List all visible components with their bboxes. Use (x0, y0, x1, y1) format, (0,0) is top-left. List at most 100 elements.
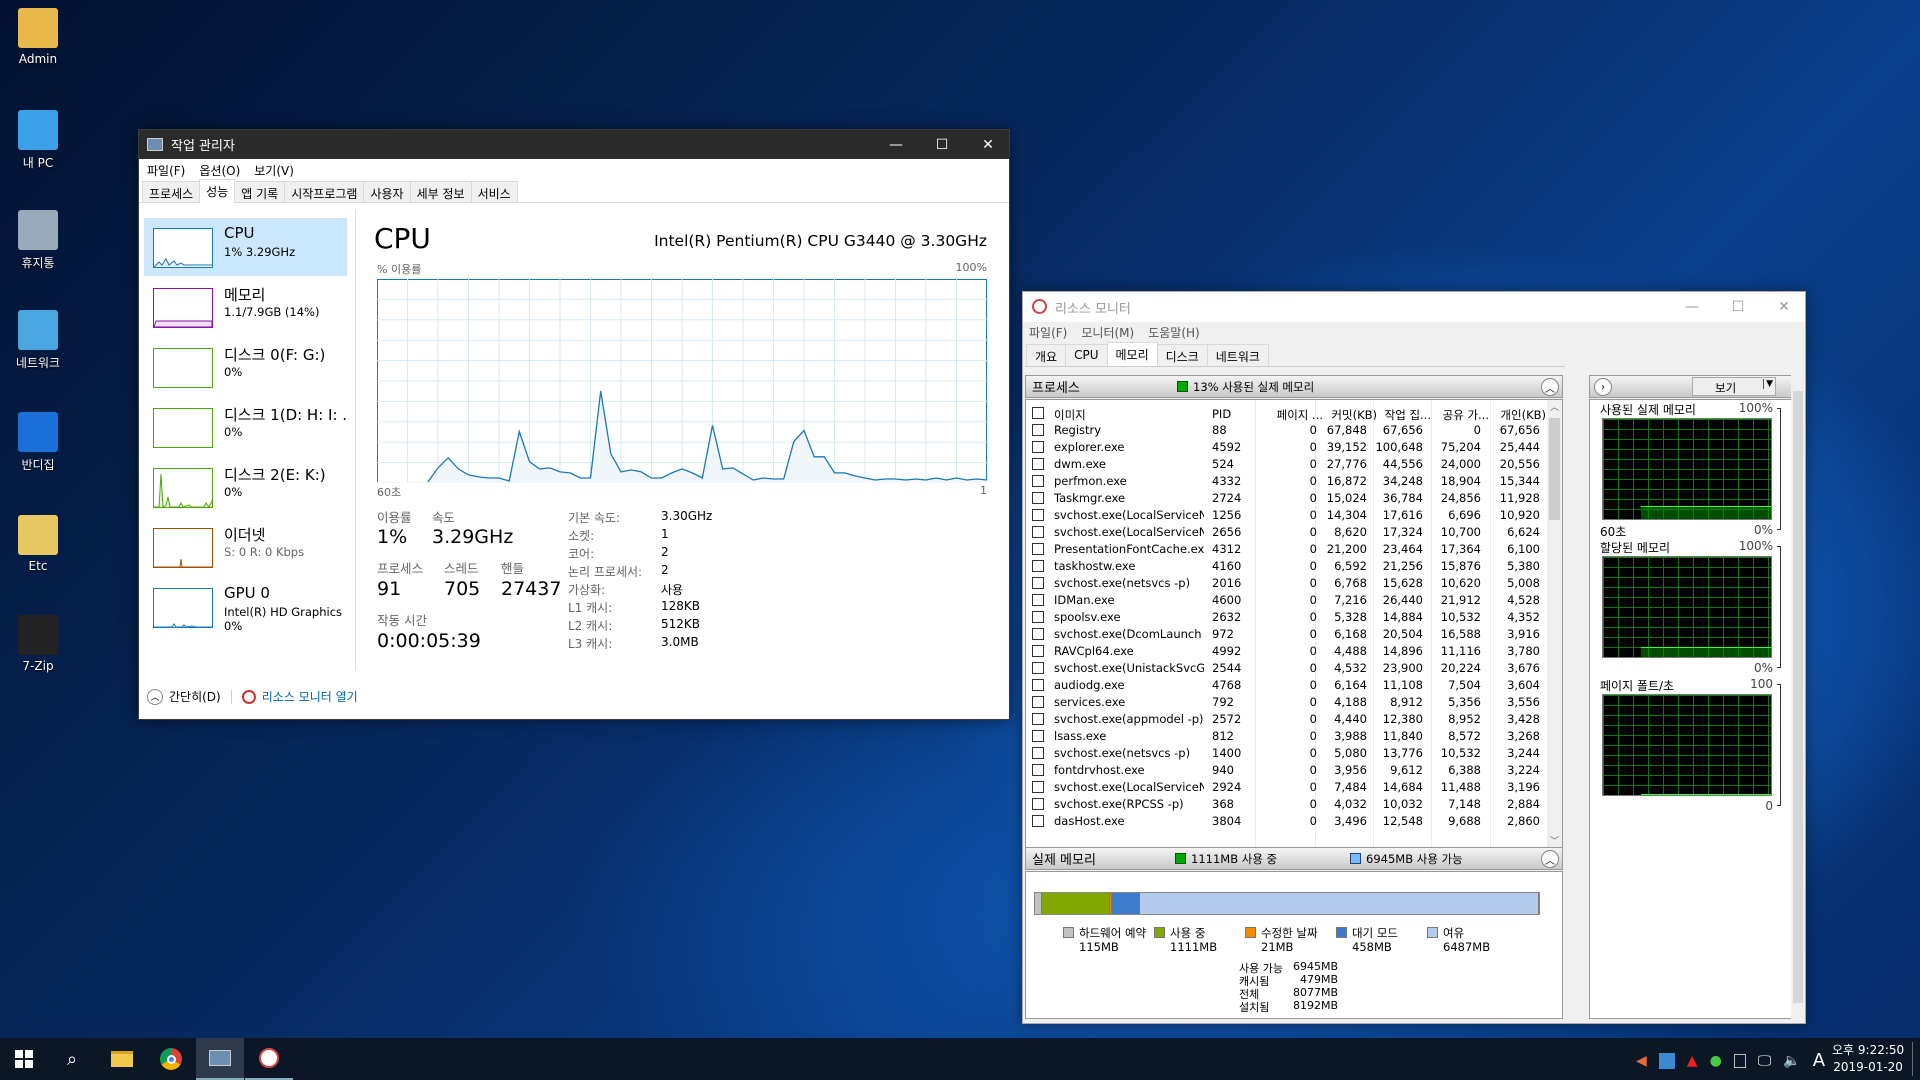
file-explorer-button[interactable] (98, 1038, 146, 1080)
resource-monitor-taskbar-button[interactable] (245, 1038, 293, 1080)
row-checkbox[interactable] (1032, 798, 1044, 810)
tab-3[interactable]: 디스크 (1156, 344, 1208, 366)
row-checkbox[interactable] (1032, 594, 1044, 606)
collapse-button[interactable]: ︿ (1541, 378, 1559, 396)
sidebar-item-2[interactable]: 디스크 0(F: G:) 0% (144, 338, 347, 396)
minimize-button[interactable]: — (1669, 292, 1715, 321)
table-row[interactable]: services.exe 792 0 4,188 8,912 5,356 3,556 (1026, 694, 1546, 711)
table-row[interactable]: spoolsv.exe 2632 0 5,328 14,884 10,532 4,352 (1026, 609, 1546, 626)
expand-right-button[interactable]: › (1594, 378, 1612, 396)
scroll-up-arrow-icon[interactable]: ︿ (1550, 400, 1559, 413)
row-checkbox[interactable] (1032, 747, 1044, 759)
minimize-button[interactable]: — (873, 130, 919, 159)
chrome-button[interactable] (147, 1038, 195, 1080)
title-bar[interactable]: 작업 관리자 — ☐ ✕ (139, 130, 1009, 159)
column-header[interactable]: 공유 가... (1433, 407, 1489, 423)
row-checkbox[interactable] (1032, 696, 1044, 708)
row-checkbox[interactable] (1032, 424, 1044, 436)
scrollbar-thumb[interactable] (1793, 391, 1803, 1003)
tab-0[interactable]: 개요 (1026, 344, 1067, 366)
desktop-icon-반디집[interactable]: 반디집 (0, 412, 76, 473)
row-checkbox[interactable] (1032, 611, 1044, 623)
collapse-button[interactable]: ︿ (1541, 850, 1559, 868)
row-checkbox[interactable] (1032, 526, 1044, 538)
table-row[interactable]: PresentationFontCache.exe 4312 0 21,200 23,4… (1026, 541, 1546, 558)
table-row[interactable]: IDMan.exe 4600 0 7,216 26,440 21,912 4,528 (1026, 592, 1546, 609)
table-row[interactable]: fontdrvhost.exe 940 0 3,956 9,612 6,388 3,224 (1026, 762, 1546, 779)
speaker-muted-icon[interactable]: ◀ (1636, 1053, 1647, 1069)
clock[interactable]: 오후 9:22:50 2019-01-20 (1832, 1042, 1904, 1076)
row-checkbox[interactable] (1032, 662, 1044, 674)
title-bar[interactable]: 리소스 모니터 — ☐ ✕ (1023, 292, 1805, 322)
tray-app-icon[interactable]: ▲ (1687, 1053, 1698, 1069)
row-checkbox[interactable] (1032, 679, 1044, 691)
table-row[interactable]: dwm.exe 524 0 27,776 44,556 24,000 20,556 (1026, 456, 1546, 473)
fewer-details-button[interactable]: 간단히(D) (169, 688, 221, 705)
desktop-icon-admin[interactable]: Admin (0, 8, 76, 66)
row-checkbox[interactable] (1032, 577, 1044, 589)
table-row[interactable]: audiodg.exe 4768 0 6,164 11,108 7,504 3,604 (1026, 677, 1546, 694)
row-checkbox[interactable] (1032, 628, 1044, 640)
maximize-button[interactable]: ☐ (919, 130, 965, 159)
close-button[interactable]: ✕ (965, 130, 1011, 159)
table-row[interactable]: lsass.exe 812 0 3,988 11,840 8,572 3,268 (1026, 728, 1546, 745)
tray-grid-icon[interactable] (1733, 1053, 1746, 1068)
tab-0[interactable]: 프로세스 (142, 181, 201, 202)
table-row[interactable]: Registry 88 0 67,848 67,656 0 67,656 (1026, 422, 1546, 439)
row-checkbox[interactable] (1032, 645, 1044, 657)
table-row[interactable]: svchost.exe(LocalServiceNoN... 2924 0 7,484… (1026, 779, 1546, 796)
desktop-icon-내-pc[interactable]: 내 PC (0, 110, 76, 171)
menu-item[interactable]: 보기(V) (254, 162, 294, 179)
column-header[interactable]: 이미지 (1054, 407, 1204, 423)
physical-memory-section-header[interactable]: 실제 메모리 1111MB 사용 중 6945MB 사용 가능 ︿ (1025, 847, 1563, 870)
show-desktop-button[interactable] (1912, 1042, 1913, 1076)
processes-section-header[interactable]: 프로세스 13% 사용된 실제 메모리 ︿ (1025, 375, 1563, 398)
menu-item[interactable]: 파일(F) (147, 162, 185, 179)
open-resource-monitor-link[interactable]: 리소스 모니터 열기 (262, 688, 358, 705)
sidebar-item-6[interactable]: GPU 0 Intel(R) HD Graphics 0% (144, 578, 347, 636)
row-checkbox[interactable] (1032, 509, 1044, 521)
tab-2[interactable]: 앱 기록 (234, 181, 286, 202)
row-checkbox[interactable] (1032, 543, 1044, 555)
tab-2[interactable]: 메모리 (1106, 342, 1158, 366)
table-row[interactable]: dasHost.exe 3804 0 3,496 12,548 9,688 2,860 (1026, 813, 1546, 830)
table-row[interactable]: explorer.exe 4592 0 39,152 100,648 75,204 25,4… (1026, 439, 1546, 456)
table-row[interactable]: Taskmgr.exe 2724 0 15,024 36,784 24,856 11,928 (1026, 490, 1546, 507)
tab-4[interactable]: 네트워크 (1206, 344, 1269, 366)
table-row[interactable]: svchost.exe(RPCSS -p) 368 0 4,032 10,032 7,14… (1026, 796, 1546, 813)
row-checkbox[interactable] (1032, 730, 1044, 742)
view-button[interactable]: 보기 ▼ (1692, 377, 1776, 396)
start-button[interactable] (0, 1038, 48, 1080)
table-row[interactable]: svchost.exe(appmodel -p) 2572 0 4,440 12,380… (1026, 711, 1546, 728)
row-checkbox[interactable] (1032, 781, 1044, 793)
table-row[interactable]: RAVCpl64.exe 4992 0 4,488 14,896 11,116 3,780 (1026, 643, 1546, 660)
desktop-icon-7-zip[interactable]: 7-Zip (0, 615, 76, 673)
task-manager-taskbar-button[interactable] (196, 1038, 244, 1080)
scroll-down-arrow-icon[interactable]: ﹀ (1550, 834, 1559, 847)
tab-3[interactable]: 시작프로그램 (284, 181, 365, 202)
maximize-button[interactable]: ☐ (1715, 292, 1761, 321)
tab-6[interactable]: 서비스 (470, 181, 518, 202)
row-checkbox[interactable] (1032, 560, 1044, 572)
desktop-icon-네트워크[interactable]: 네트워크 (0, 310, 76, 371)
desktop-icon-etc[interactable]: Etc (0, 515, 76, 573)
network-icon[interactable]: 🖵 (1758, 1053, 1772, 1069)
column-header[interactable]: 페이지 ... (1257, 407, 1323, 423)
column-header[interactable]: 작업 집... (1375, 407, 1431, 423)
desktop-icon-휴지통[interactable]: 휴지통 (0, 210, 76, 271)
row-checkbox[interactable] (1032, 713, 1044, 725)
table-row[interactable]: svchost.exe(netsvcs -p) 1400 0 5,080 13,776 1… (1026, 745, 1546, 762)
table-row[interactable]: taskhostw.exe 4160 0 6,592 21,256 15,876 5,380 (1026, 558, 1546, 575)
tab-1[interactable]: CPU (1065, 344, 1108, 366)
close-button[interactable]: ✕ (1761, 292, 1807, 321)
menu-item[interactable]: 모니터(M) (1081, 324, 1134, 341)
table-row[interactable]: svchost.exe(LocalServiceNetw... 1256 0 14,3… (1026, 507, 1546, 524)
panel-scrollbar[interactable] (1791, 375, 1805, 1019)
sidebar-item-5[interactable]: 이더넷 S: 0 R: 0 Kbps (144, 518, 347, 576)
column-header[interactable]: 개인(KB) (1490, 407, 1546, 423)
volume-icon[interactable]: 🔈 (1783, 1053, 1800, 1069)
menu-item[interactable]: 도움말(H) (1148, 324, 1200, 341)
search-button[interactable]: ⌕ (48, 1038, 96, 1080)
intel-graphics-icon[interactable] (1658, 1052, 1675, 1069)
table-row[interactable]: svchost.exe(LocalServiceNoN... 2656 0 8,620… (1026, 524, 1546, 541)
